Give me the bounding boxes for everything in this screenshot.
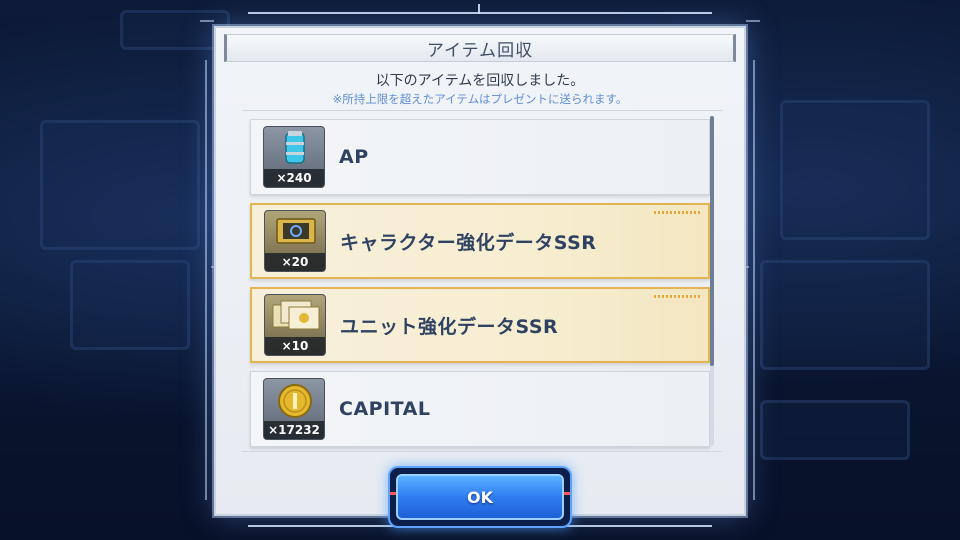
character-enhance-data-icon: ×20 <box>264 210 326 272</box>
list-scrollbar[interactable] <box>710 116 714 446</box>
dialog-note: ※所持上限を超えたアイテムはプレゼントに送られます。 <box>332 92 628 106</box>
list-item: ×240 AP <box>250 119 710 195</box>
ap-canister-icon: ×240 <box>263 126 325 188</box>
unit-enhance-data-icon: ×10 <box>264 294 326 356</box>
item-name: キャラクター強化データSSR <box>340 231 597 254</box>
item-list[interactable]: ×240 AP ×20 キャラクター強化データSSR ×10 ユニット強化データ… <box>242 110 722 452</box>
ok-button[interactable]: OK <box>396 474 564 520</box>
list-item: ×20 キャラクター強化データSSR <box>250 203 710 279</box>
item-quantity: ×17232 <box>264 421 324 439</box>
list-item: ×10 ユニット強化データSSR <box>250 287 710 363</box>
item-quantity: ×10 <box>265 337 325 355</box>
item-name: CAPITAL <box>339 398 431 420</box>
list-item: ×17232 CAPITAL <box>250 371 710 447</box>
dialog-title: アイテム回収 <box>426 40 534 61</box>
item-quantity: ×240 <box>264 169 324 187</box>
scrollbar-thumb[interactable] <box>710 116 714 366</box>
item-quantity: ×20 <box>265 253 325 271</box>
item-recovery-dialog: アイテム回収 以下のアイテムを回収しました。 ※所持上限を超えたアイテムはプレゼ… <box>214 26 746 516</box>
dialog-message: 以下のアイテムを回収しました。 <box>375 73 585 89</box>
item-name: AP <box>339 146 369 168</box>
item-name: ユニット強化データSSR <box>340 315 559 338</box>
ok-button-frame: OK <box>388 466 572 528</box>
capital-coin-icon: ×17232 <box>263 378 325 440</box>
dialog-title-bar: アイテム回収 <box>224 34 736 62</box>
